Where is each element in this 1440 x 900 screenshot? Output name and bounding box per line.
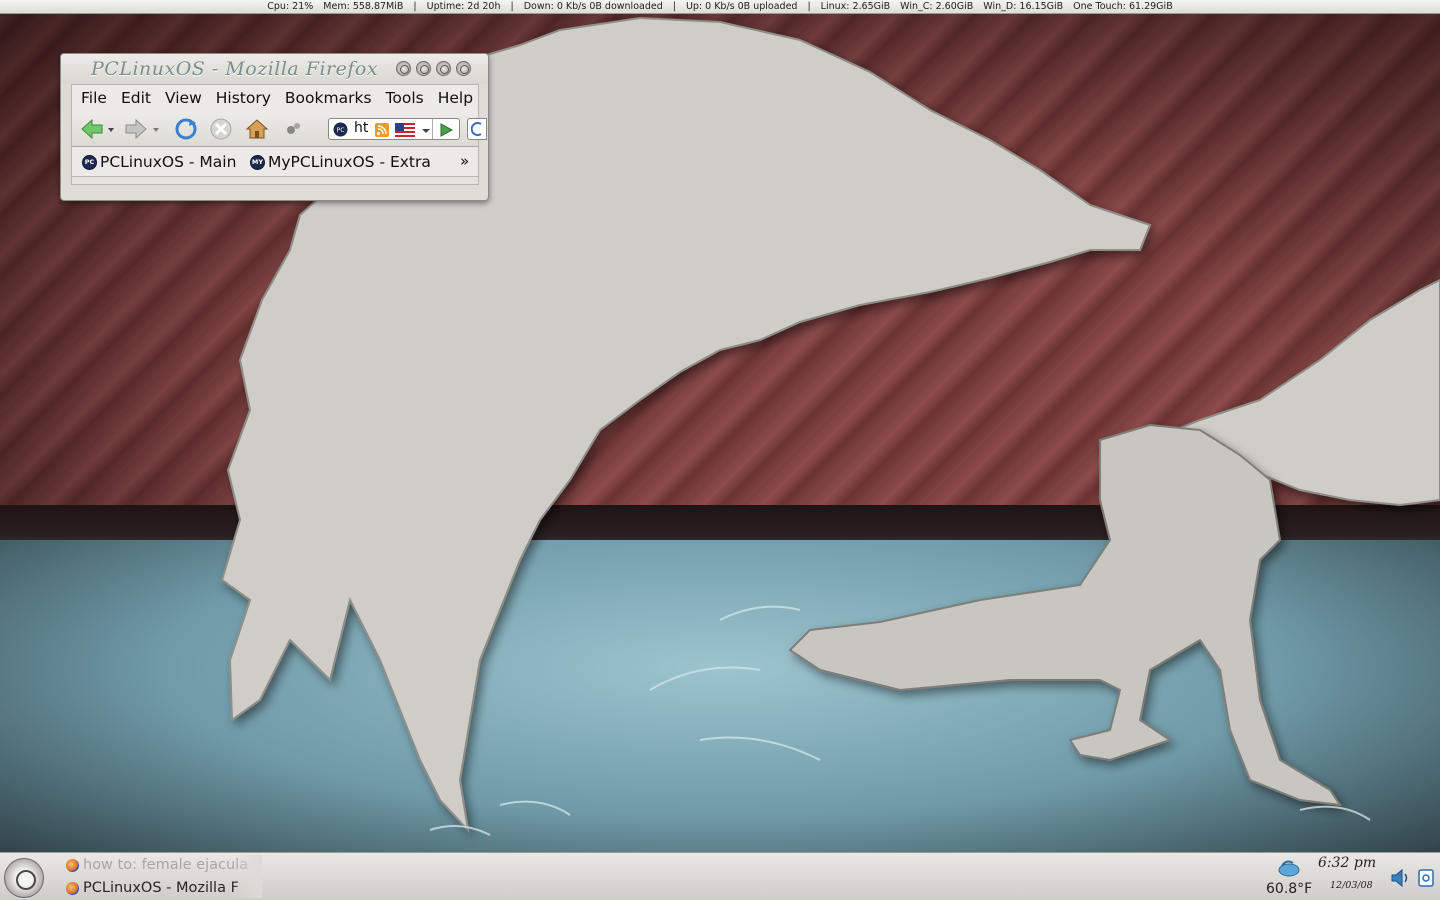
weather-icon[interactable] — [1277, 857, 1301, 879]
menu-bar: File Edit View History Bookmarks Tools H… — [71, 84, 479, 111]
bottom-panel: how to: female ejacula PCLinuxOS - Mozil… — [0, 852, 1440, 900]
taskbar-item[interactable]: PCLinuxOS - Mozilla F — [66, 878, 262, 898]
bookmarks-toolbar: PC PCLinuxOS - Main MY MyPCLinuxOS - Ext… — [71, 147, 479, 177]
stop-icon[interactable] — [209, 117, 233, 141]
us-flag-icon[interactable] — [395, 123, 415, 137]
url-dropdown-icon[interactable] — [420, 121, 432, 139]
window-titlebar[interactable]: PCLinuxOS - Mozilla Firefox — [61, 54, 488, 84]
figure-body — [788, 423, 1343, 807]
start-menu-button[interactable] — [4, 858, 44, 898]
bookmarks-overflow-button[interactable]: » — [460, 152, 469, 170]
menu-history[interactable]: History — [207, 89, 276, 107]
download-rate: Down: 0 Kb/s 0B downloaded — [523, 1, 663, 12]
forward-arrow-icon[interactable] — [124, 117, 148, 141]
taskbar-item-label: PCLinuxOS - Mozilla F — [83, 880, 239, 896]
content-area-edge — [71, 177, 479, 185]
firefox-icon — [66, 858, 79, 872]
memory-usage: Mem: 558.87MiB — [323, 1, 404, 12]
pclinuxos-favicon-icon: PC — [82, 154, 97, 170]
site-favicon-icon: PC — [333, 122, 348, 137]
bookmark-label: MyPCLinuxOS - Extra — [268, 153, 431, 171]
clock-date[interactable]: 12/03/08 — [1330, 880, 1373, 891]
temperature: 60.8°F — [1266, 881, 1313, 897]
separator: | — [510, 1, 514, 12]
forward-dropdown-icon[interactable] — [150, 117, 162, 141]
back-dropdown-icon[interactable] — [105, 117, 117, 141]
firefox-window[interactable]: PCLinuxOS - Mozilla Firefox File Edit Vi… — [60, 53, 489, 201]
taskbar-item-label: how to: female ejacula — [83, 857, 249, 873]
rss-feed-icon[interactable] — [375, 123, 389, 137]
text-fade — [232, 855, 262, 875]
bookmark-mypclinuxos-extra[interactable]: MY MyPCLinuxOS - Extra — [250, 153, 431, 171]
window-menu-button[interactable] — [396, 61, 411, 76]
system-monitor-bar: Cpu: 21% Mem: 558.87MiB | Uptime: 2d 20h… — [0, 0, 1440, 14]
menu-bookmarks[interactable]: Bookmarks — [276, 89, 377, 107]
separator: | — [807, 1, 811, 12]
maximize-button[interactable] — [436, 61, 451, 76]
disk-win-d: Win_D: 16.15GiB — [983, 1, 1064, 12]
volume-icon[interactable] — [1390, 867, 1410, 889]
bookmark-label: PCLinuxOS - Main — [100, 153, 237, 171]
clock-time[interactable]: 6:32 pm — [1318, 855, 1376, 871]
home-icon[interactable] — [245, 117, 269, 141]
bookmark-pclinuxos-main[interactable]: PC PCLinuxOS - Main — [82, 153, 236, 171]
url-text: ht — [354, 120, 369, 136]
taskbar-item[interactable]: how to: female ejacula — [66, 855, 262, 875]
minimize-button[interactable] — [416, 61, 431, 76]
menu-edit[interactable]: Edit — [112, 89, 156, 107]
go-icon[interactable] — [437, 122, 455, 138]
separator: | — [672, 1, 676, 12]
back-arrow-icon[interactable] — [80, 117, 104, 141]
network-icon[interactable] — [1417, 868, 1435, 888]
cpu-usage: Cpu: 21% — [267, 1, 314, 12]
svg-text:PC: PC — [337, 127, 345, 134]
search-box[interactable] — [467, 118, 487, 140]
menu-help[interactable]: Help — [429, 89, 478, 107]
disk-linux: Linux: 2.65GiB — [820, 1, 891, 12]
search-engine-icon — [471, 122, 482, 136]
menu-view[interactable]: View — [156, 89, 207, 107]
navigation-toolbar: PC ht — [71, 111, 487, 147]
separator: | — [413, 1, 417, 12]
upload-rate: Up: 0 Kb/s 0B uploaded — [685, 1, 798, 12]
close-button[interactable] — [456, 61, 471, 76]
disk-one-touch: One Touch: 61.29GiB — [1073, 1, 1173, 12]
text-fade — [232, 878, 262, 898]
disk-win-c: Win_C: 2.60GiB — [900, 1, 974, 12]
uptime: Uptime: 2d 20h — [426, 1, 501, 12]
firefox-icon — [66, 881, 79, 895]
reload-icon[interactable] — [174, 117, 198, 141]
menu-tools[interactable]: Tools — [377, 89, 429, 107]
extension-icon[interactable] — [282, 117, 306, 141]
mypclinuxos-favicon-icon: MY — [250, 154, 265, 170]
menu-file[interactable]: File — [72, 89, 112, 107]
url-divider — [432, 119, 433, 139]
window-title: PCLinuxOS - Mozilla Firefox — [91, 58, 379, 80]
url-bar[interactable]: PC ht — [328, 118, 460, 140]
